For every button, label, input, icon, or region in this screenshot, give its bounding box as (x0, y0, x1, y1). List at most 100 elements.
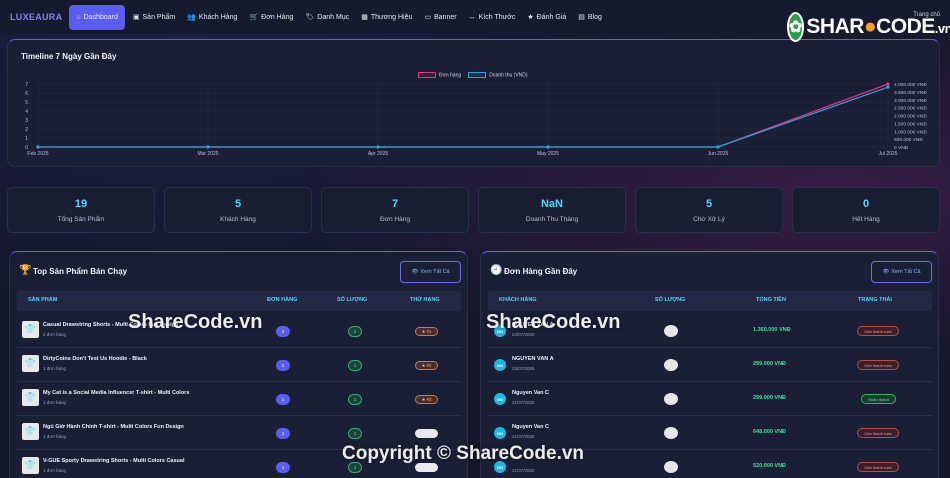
building-icon: ▦ (361, 14, 368, 21)
nav-blog[interactable]: ▤ Blog (572, 5, 608, 30)
x-tick: Feb 2025 (27, 151, 48, 157)
quantity-badge (664, 359, 678, 371)
orders-badge: 2 (276, 326, 290, 337)
data-point (546, 145, 550, 149)
nav-building[interactable]: ▦ Thương Hiệu (355, 5, 418, 30)
product-thumbnail: 👕 (22, 389, 39, 406)
table-row[interactable]: NG NGUYEN VAN A 22/07/2025 299.000 VNĐ Chờ t… (488, 348, 932, 382)
customer-name[interactable]: NGUYEN VAN A (512, 356, 554, 362)
col-customer[interactable]: Khách Hàng (499, 297, 537, 303)
series-line-orders (38, 83, 889, 148)
y-tick-left: 6 (25, 91, 28, 97)
product-order-count: 1 đơn hàng (43, 468, 66, 473)
quantity-badge (664, 393, 678, 405)
status-badge[interactable]: Chờ thanh toán (857, 360, 899, 370)
order-total: 520.000 VNĐ (753, 463, 787, 469)
product-name[interactable]: V-GUE Sporty Drawstring Shorts - Multi C… (43, 458, 185, 464)
col-status[interactable]: Trạng Thái (858, 297, 892, 303)
col-total[interactable]: Tổng Tiền (756, 297, 786, 303)
rank-badge: ★ #2 (415, 361, 438, 370)
customer-name[interactable]: Nguyen Van C (512, 424, 549, 430)
orders-badge: 1 (276, 360, 290, 371)
rank-star-icon: ★ (421, 328, 426, 334)
view-all-products-button[interactable]: 👁 Xem Tất Cả (400, 261, 461, 283)
y-tick-left: 1 (25, 136, 28, 142)
nav-label: Blog (587, 13, 602, 21)
y-tick-right: 2.000.000 VNĐ (894, 114, 927, 120)
stat-card: 7 Đơn Hàng (321, 187, 469, 233)
status-badge[interactable]: Chờ thanh toán (857, 428, 899, 438)
rank-value: #1 (426, 329, 432, 334)
y-tick-right: 3.500.000 VNĐ (894, 90, 927, 96)
nav-label: Đơn Hàng (261, 13, 294, 21)
product-name[interactable]: My Cat is a Social Media Influencer T-sh… (43, 390, 189, 396)
product-name[interactable]: DirtyCoins Don't Test Us Hoodie - Black (43, 356, 147, 362)
status-badge[interactable]: Hoàn thành (861, 394, 896, 404)
sharecode-logo-icon: ✿ (787, 12, 805, 42)
stat-label: Doanh Thu Tháng (525, 216, 579, 223)
stat-card: 0 Hết Hàng (792, 187, 940, 233)
status-badge[interactable]: Chờ thanh toán (857, 326, 899, 336)
table-row[interactable]: 👕 DirtyCoins Don't Test Us Hoodie - Black… (17, 348, 461, 382)
ruler-icon: ↔ (468, 13, 476, 21)
status-badge[interactable]: Chờ thanh toán (857, 462, 899, 472)
col-quantity[interactable]: Số Lượng (655, 297, 685, 303)
y-tick-left: 4 (25, 109, 28, 115)
nav-label: Dashboard (83, 13, 118, 21)
table-row[interactable]: NG Nguyen Van C 21/07/2025 299.000 VNĐ Hoàn … (488, 382, 932, 416)
nav-cart[interactable]: 🛒 Đơn Hàng (243, 5, 299, 30)
stat-value: 7 (391, 198, 399, 210)
stat-label: Tổng Sản Phẩm (57, 216, 105, 223)
col-product[interactable]: Sản Phẩm (28, 297, 57, 303)
nav-tag[interactable]: 🏷 Danh Mục (299, 5, 355, 30)
data-point (716, 145, 720, 149)
table-row[interactable]: 👕 My Cat is a Social Media Influencer T-s… (17, 382, 461, 416)
nav-label: Khách Hàng (198, 13, 238, 21)
nav-image[interactable]: ▭ Banner (418, 5, 462, 30)
avatar: NG (494, 359, 506, 371)
y-tick-left: 3 (25, 118, 28, 124)
stat-value: 0 (862, 198, 870, 210)
rank-badge (415, 429, 438, 438)
stat-label: Đơn Hàng (380, 216, 410, 223)
data-point (376, 145, 380, 149)
product-thumbnail: 👕 (22, 321, 39, 338)
nav-users[interactable]: 👥 Khách Hàng (181, 5, 243, 30)
nav-star[interactable]: ★ Đánh Giá (521, 5, 572, 30)
col-orders[interactable]: Đơn Hàng (267, 297, 297, 303)
data-point (36, 145, 40, 149)
order-total: 299.000 VNĐ (753, 395, 787, 401)
orders-badge: 1 (276, 428, 290, 439)
stat-value: 5 (705, 198, 713, 210)
stat-card: 19 Tổng Sản Phẩm (7, 187, 155, 233)
recent-orders-header: Khách Hàng Số Lượng Tổng Tiền Trạng Thái (488, 291, 932, 311)
nav-box[interactable]: ▣ Sản Phẩm (127, 5, 181, 30)
top-products-header: Sản Phẩm Đơn Hàng Số Lượng Thứ Hạng (17, 291, 461, 311)
users-icon: 👥 (187, 14, 196, 21)
nav-ruler[interactable]: ↔ Kích Thước (463, 5, 522, 30)
col-quantity[interactable]: Số Lượng (337, 297, 367, 303)
product-name[interactable]: Ngủ Giờ Hành Chính T-shirt - Multi Color… (43, 424, 184, 430)
sharecode-logo-text: SHAR●CODE.vn (806, 15, 950, 38)
x-tick: Apr 2025 (368, 151, 389, 157)
data-point (886, 82, 890, 86)
brand-logo[interactable]: LUXEAURA (10, 12, 62, 22)
customer-name[interactable]: Nguyen Van C (512, 390, 549, 396)
data-point (886, 85, 890, 89)
stat-card: 5 Chờ Xử Lý (635, 187, 783, 233)
quantity-badge (664, 461, 678, 473)
orders-badge: 1 (276, 462, 290, 473)
view-all-orders-button[interactable]: 👁 Xem Tất Cả (871, 261, 932, 283)
rank-value: #2 (426, 363, 432, 368)
nav-dashboard[interactable]: ⌂ Dashboard (69, 4, 125, 30)
stat-label: Chờ Xử Lý (693, 216, 725, 223)
quantity-badge (664, 427, 678, 439)
order-date: 21/07/2025 (512, 434, 535, 439)
order-total: 299.000 VNĐ (753, 361, 787, 367)
col-rank[interactable]: Thứ Hạng (410, 297, 440, 303)
box-icon: ▣ (132, 14, 140, 21)
cart-icon: 🛒 (249, 14, 259, 21)
nav-label: Thương Hiệu (370, 13, 413, 21)
timeline-line-chart: 012345670 VNĐ500.000 VNĐ1.000.000 VNĐ1.5… (25, 82, 927, 157)
nav-label: Danh Mục (317, 13, 350, 21)
